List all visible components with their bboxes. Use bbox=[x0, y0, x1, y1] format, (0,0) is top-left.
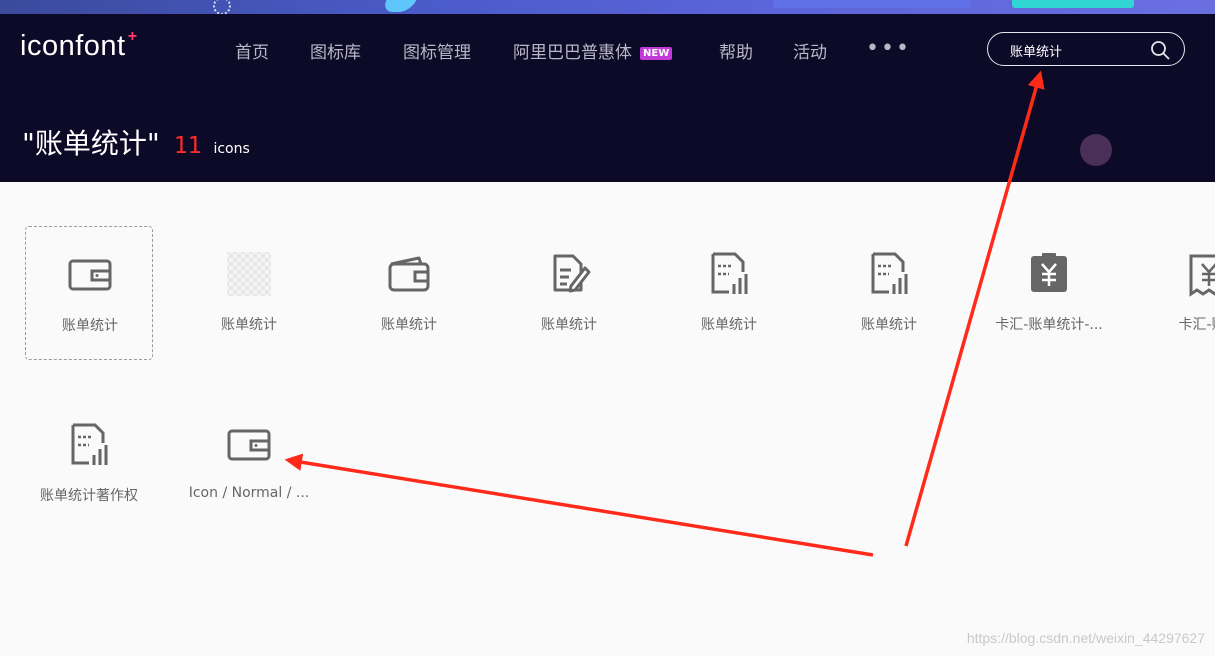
icon-card[interactable]: 卡汇-账单统计-... bbox=[985, 226, 1113, 360]
result-unit: icons bbox=[213, 141, 250, 157]
icon-card[interactable]: 账单统计 bbox=[505, 226, 633, 360]
banner-cta-button[interactable] bbox=[1012, 0, 1134, 8]
search-input[interactable] bbox=[1008, 40, 1142, 60]
result-count: 11 bbox=[173, 133, 202, 159]
floating-dot[interactable] bbox=[1080, 134, 1112, 166]
icon-card-label: 卡汇-账单 bbox=[1178, 317, 1215, 333]
document-chart-icon bbox=[871, 252, 908, 294]
search-result-heading: "账单统计" 11 icons bbox=[22, 122, 250, 162]
yuan-receipt-icon bbox=[1189, 254, 1215, 297]
nav-item-label: 图标管理 bbox=[403, 43, 471, 63]
wallet-icon bbox=[68, 259, 112, 291]
placeholder-transparent-icon bbox=[227, 252, 271, 296]
new-badge: NEW bbox=[640, 47, 673, 60]
nav-item-label: 活动 bbox=[793, 43, 827, 63]
document-chart-icon bbox=[711, 252, 748, 294]
icon-card-label: 账单统计 bbox=[861, 317, 917, 333]
wallet-icon bbox=[227, 429, 271, 461]
watermark: https://blog.csdn.net/weixin_44297627 bbox=[966, 630, 1205, 646]
search-box bbox=[987, 32, 1185, 66]
nav-item-icon-management[interactable]: 图标管理 bbox=[403, 38, 471, 63]
nav-item-activity[interactable]: 活动 bbox=[793, 38, 827, 63]
icon-card[interactable]: Icon / Normal / ... bbox=[185, 397, 313, 531]
icon-card[interactable]: 账单统计 bbox=[185, 226, 313, 360]
nav-item-label: 图标库 bbox=[310, 43, 361, 63]
logo-plus-icon: + bbox=[127, 28, 138, 45]
nav-item-icon-library[interactable]: 图标库 bbox=[310, 38, 361, 63]
wallet-icon bbox=[388, 256, 430, 292]
icon-card[interactable]: 账单统计 bbox=[345, 226, 473, 360]
banner-decoration bbox=[213, 0, 231, 14]
search-icon[interactable] bbox=[1150, 40, 1170, 60]
icon-card[interactable]: 卡汇-账单 bbox=[1145, 226, 1215, 360]
result-query: "账单统计" bbox=[22, 127, 160, 160]
nav-item-label: 帮助 bbox=[719, 43, 753, 63]
icon-card-label: 账单统计 bbox=[701, 317, 757, 333]
more-menu-button[interactable]: ••• bbox=[866, 36, 911, 61]
nav-item-label: 阿里巴巴普惠体 bbox=[513, 43, 632, 63]
icon-card-label: 账单统计著作权 bbox=[40, 488, 138, 504]
icon-card-label: 账单统计 bbox=[381, 317, 437, 333]
nav-item-help[interactable]: 帮助 bbox=[719, 38, 753, 63]
icon-card-label: Icon / Normal / ... bbox=[188, 485, 310, 501]
document-edit-icon bbox=[553, 254, 591, 293]
icon-card[interactable]: 账单统计 bbox=[825, 226, 953, 360]
logo[interactable]: iconfont + bbox=[20, 28, 137, 63]
icon-card-label: 卡汇-账单统计-... bbox=[995, 317, 1103, 333]
banner-link-box[interactable] bbox=[773, 0, 971, 8]
nav-item-label: 首页 bbox=[235, 43, 269, 63]
annotation-arrow-to-icon bbox=[284, 453, 874, 557]
nav-item-alibaba-font[interactable]: 阿里巴巴普惠体 NEW bbox=[513, 38, 673, 63]
yuan-bag-icon bbox=[1031, 253, 1067, 292]
icon-card[interactable]: 账单统计著作权 bbox=[25, 397, 153, 531]
icon-card-label: 账单统计 bbox=[541, 317, 597, 333]
icon-card[interactable]: 账单统计 bbox=[665, 226, 793, 360]
icon-card-label: 账单统计 bbox=[221, 317, 277, 333]
promo-banner[interactable] bbox=[0, 0, 1215, 14]
nav-item-home[interactable]: 首页 bbox=[235, 38, 269, 63]
icon-card-label: 账单统计 bbox=[62, 318, 118, 334]
banner-graphic bbox=[380, 0, 420, 12]
icon-card[interactable]: 账单统计 bbox=[25, 226, 153, 360]
document-chart-icon bbox=[71, 423, 108, 465]
logo-text: iconfont bbox=[20, 30, 126, 62]
top-nav: iconfont + 首页 图标库 图标管理 阿里巴巴普惠体 NEW 帮助 活动 •… bbox=[0, 14, 1215, 182]
